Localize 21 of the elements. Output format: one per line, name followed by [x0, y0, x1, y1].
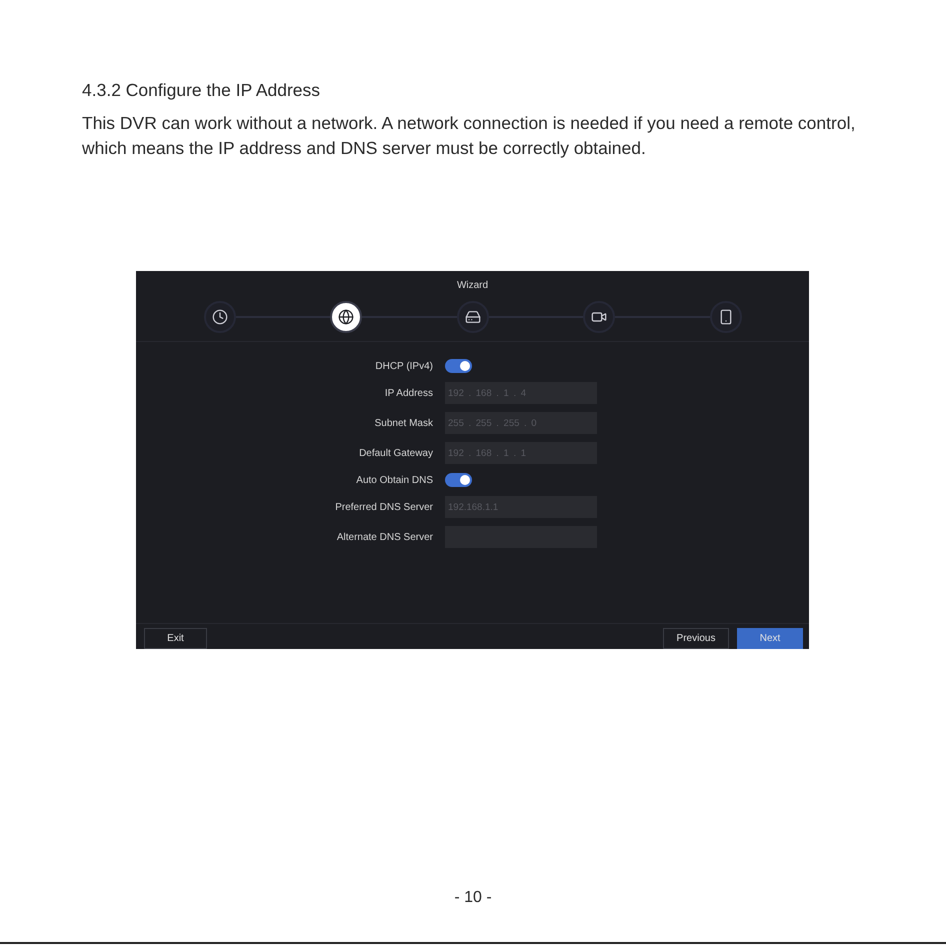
secondary-button[interactable]: Previous: [663, 628, 729, 649]
field-label: IP Address: [384, 388, 433, 398]
toggle-switch[interactable]: [445, 359, 472, 373]
smartphone-icon[interactable]: [710, 301, 742, 333]
body-paragraph: This DVR can work without a network. A network connection is needed if you need a remote control, which means the IP address and DNS server must be correctly obtained.: [82, 112, 856, 160]
toggle-switch[interactable]: [445, 473, 472, 487]
exit-button[interactable]: Exit: [144, 628, 207, 649]
field-label: Alternate DNS Server: [336, 532, 433, 542]
clock-icon[interactable]: [204, 301, 236, 333]
field-label: Default Gateway: [358, 448, 433, 458]
wizard-title: Wizard: [456, 280, 488, 292]
field-label: DHCP (IPv4): [374, 360, 433, 372]
field-label: Preferred DNS Server: [334, 502, 433, 512]
video-camera-icon[interactable]: [583, 301, 615, 333]
page-number: - 10 -: [454, 888, 492, 908]
section-heading: 4.3.2 Configure the IP Address: [82, 80, 320, 100]
field-label: Auto Obtain DNS: [355, 474, 433, 486]
primary-button[interactable]: Next: [737, 628, 803, 649]
field-label: Subnet Mask: [374, 418, 433, 428]
hard-drive-icon[interactable]: [456, 301, 488, 333]
globe-icon[interactable]: [330, 301, 362, 333]
